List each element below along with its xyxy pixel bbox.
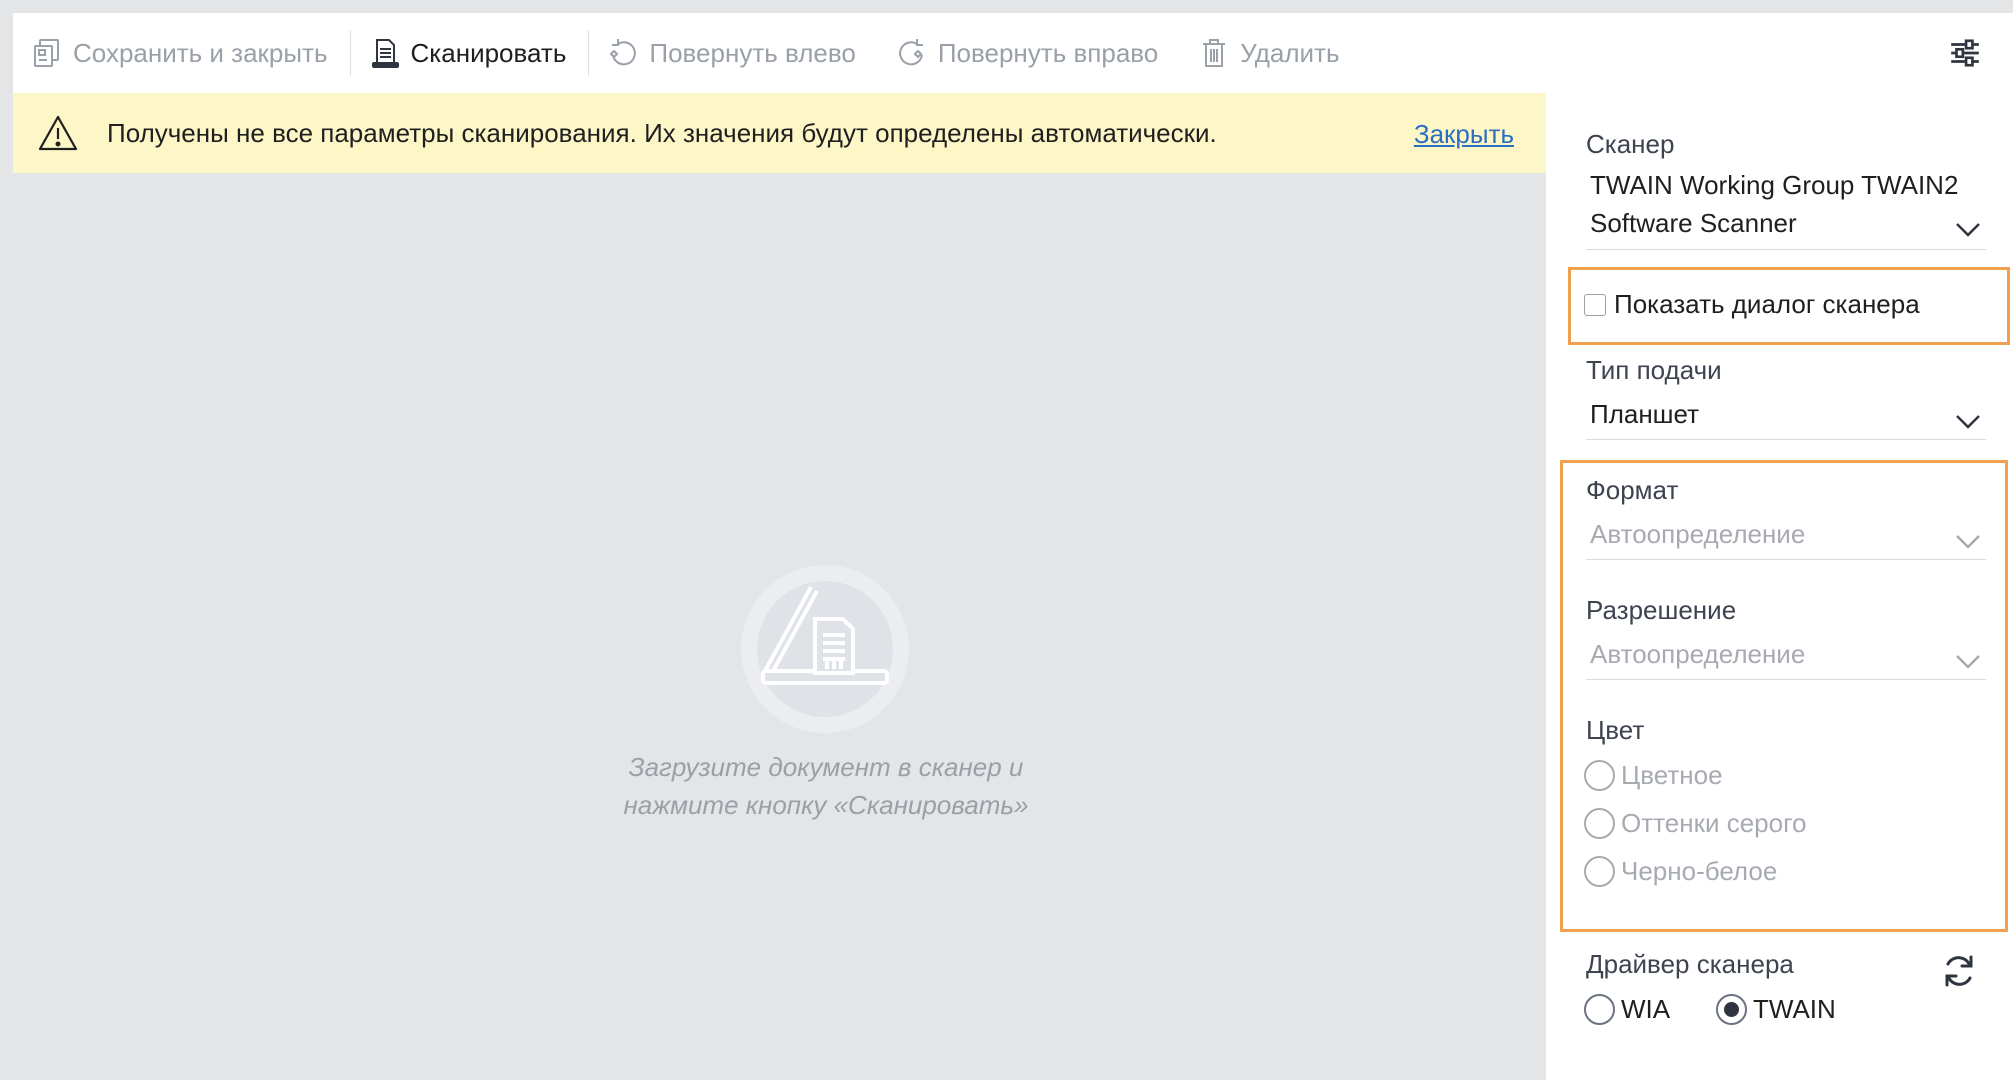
color-label: Цвет bbox=[1586, 715, 1645, 745]
scanner-underline bbox=[1586, 249, 1986, 250]
warning-triangle-icon bbox=[38, 115, 78, 151]
color-option-label: Черно-белое bbox=[1621, 856, 1778, 886]
warning-close-link[interactable]: Закрыть bbox=[1414, 119, 1514, 150]
rotate-right-icon bbox=[898, 39, 923, 66]
feed-type-label: Тип подачи bbox=[1586, 355, 1722, 385]
chevron-down-icon[interactable] bbox=[1954, 221, 1982, 239]
format-select[interactable]: Автоопределение bbox=[1590, 515, 1805, 553]
window-frame-left bbox=[0, 13, 13, 1080]
chevron-down-icon bbox=[1956, 655, 1980, 669]
rotate-right-button[interactable]: Повернуть вправо bbox=[878, 13, 1180, 93]
sliders-icon bbox=[1951, 39, 1979, 67]
scanner-label: Сканер bbox=[1586, 129, 1675, 159]
scan-settings-panel: Сканер TWAIN Working Group TWAIN2 Softwa… bbox=[1546, 93, 2013, 1080]
color-option-grayscale[interactable]: Оттенки серого bbox=[1584, 808, 1806, 839]
delete-button[interactable]: Удалить bbox=[1180, 13, 1361, 93]
driver-option-label: TWAIN bbox=[1753, 994, 1836, 1024]
driver-option-twain[interactable]: TWAIN bbox=[1716, 994, 1836, 1025]
scan-button[interactable]: Сканировать bbox=[351, 13, 589, 93]
rotate-left-icon bbox=[609, 39, 637, 66]
scanner-select[interactable]: TWAIN Working Group TWAIN2 Software Scan… bbox=[1590, 166, 1958, 242]
radio-button-selected[interactable] bbox=[1716, 994, 1747, 1025]
scanner-illustration bbox=[741, 565, 909, 733]
toolbar: Сохранить и закрыть Сканировать Повернут… bbox=[13, 13, 2013, 93]
chevron-down-icon[interactable] bbox=[1954, 413, 1982, 431]
scan-preview-area: Получены не все параметры сканирования. … bbox=[13, 93, 1546, 1080]
save-and-close-label: Сохранить и закрыть bbox=[73, 37, 328, 68]
empty-state-text: Загрузите документ в сканер и нажмите кн… bbox=[493, 748, 1159, 824]
driver-option-wia[interactable]: WIA bbox=[1584, 994, 1670, 1025]
scan-label: Сканировать bbox=[410, 37, 567, 68]
warning-banner: Получены не все параметры сканирования. … bbox=[13, 93, 1546, 173]
driver-option-label: WIA bbox=[1621, 994, 1671, 1024]
chevron-down-icon bbox=[1956, 535, 1980, 549]
radio-button[interactable] bbox=[1584, 808, 1615, 839]
scanner-value-line-1: TWAIN Working Group TWAIN2 bbox=[1590, 170, 1959, 200]
resolution-underline bbox=[1586, 679, 1986, 680]
save-close-icon bbox=[34, 39, 59, 67]
rotate-right-label: Повернуть вправо bbox=[937, 37, 1159, 68]
rotate-left-button[interactable]: Повернуть влево bbox=[589, 13, 877, 93]
empty-state-line-1: Загрузите документ в сканер и bbox=[628, 752, 1024, 782]
feed-type-underline bbox=[1586, 439, 1986, 440]
resolution-label: Разрешение bbox=[1586, 595, 1737, 625]
scanner-document-icon bbox=[761, 586, 889, 685]
format-underline bbox=[1586, 559, 1986, 560]
refresh-icon[interactable] bbox=[1940, 952, 1978, 990]
radio-button[interactable] bbox=[1584, 856, 1615, 887]
warning-text: Получены не все параметры сканирования. … bbox=[107, 117, 1217, 148]
resolution-select[interactable]: Автоопределение bbox=[1590, 635, 1805, 673]
window-frame-top bbox=[0, 0, 2013, 13]
radio-button[interactable] bbox=[1584, 994, 1615, 1025]
save-and-close-button[interactable]: Сохранить и закрыть bbox=[13, 13, 350, 93]
format-label: Формат bbox=[1586, 475, 1679, 505]
feed-type-select[interactable]: Планшет bbox=[1590, 395, 1699, 433]
delete-label: Удалить bbox=[1240, 37, 1340, 68]
color-option-label: Оттенки серого bbox=[1621, 808, 1807, 838]
radio-button[interactable] bbox=[1584, 760, 1615, 791]
color-option-bw[interactable]: Черно-белое bbox=[1584, 856, 1777, 887]
scan-document-icon bbox=[371, 39, 399, 68]
color-option-label: Цветное bbox=[1621, 760, 1723, 790]
trash-icon bbox=[1203, 39, 1226, 67]
settings-button[interactable] bbox=[1945, 33, 1985, 73]
empty-state-line-2: нажмите кнопку «Сканировать» bbox=[623, 790, 1029, 820]
empty-state: Загрузите документ в сканер и нажмите кн… bbox=[13, 173, 1546, 1080]
show-dialog-checkbox-row[interactable]: Показать диалог сканера bbox=[1584, 289, 1920, 320]
show-dialog-checkbox[interactable] bbox=[1584, 293, 1606, 316]
show-dialog-label: Показать диалог сканера bbox=[1614, 289, 1920, 319]
rotate-left-label: Повернуть влево bbox=[649, 37, 856, 68]
scanner-value-line-2: Software Scanner bbox=[1590, 208, 1797, 238]
driver-label: Драйвер сканера bbox=[1586, 949, 1794, 979]
color-option-color[interactable]: Цветное bbox=[1584, 760, 1723, 791]
